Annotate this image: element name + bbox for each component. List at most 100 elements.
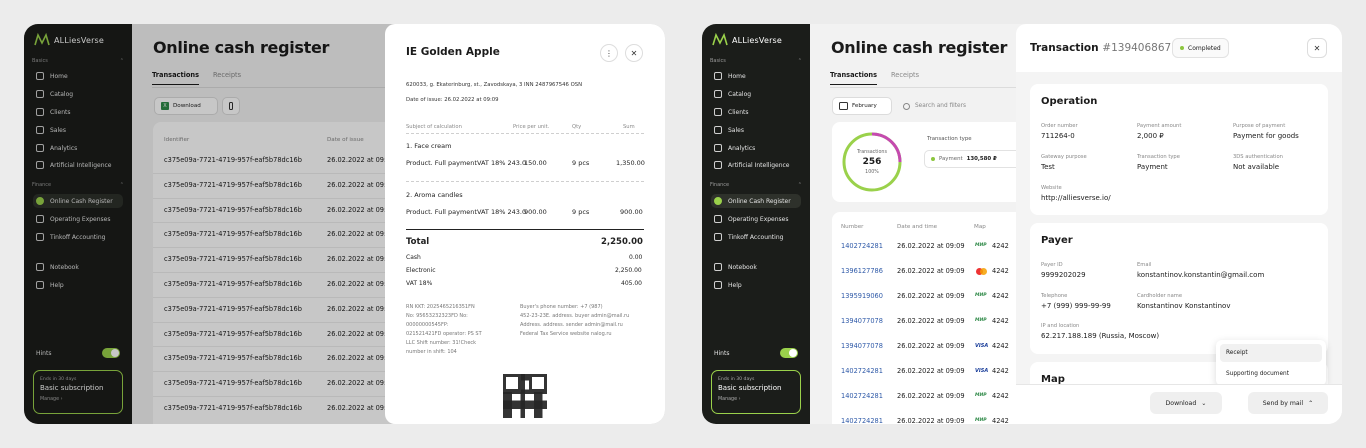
row-number[interactable]: 1402724281 [841, 392, 897, 400]
contact-info: Buyer's phone number: +7 (987) 452-23-23E… [520, 303, 660, 339]
auth-label: 3DS authentication [1233, 154, 1283, 160]
phone-label: Telephone [1041, 293, 1068, 299]
menu-item-supporting[interactable]: Supporting document [1220, 365, 1322, 383]
download-button[interactable]: Download ⌄ [1150, 392, 1222, 414]
payer-id: 9999202029 [1041, 271, 1086, 279]
receipt-panel: IE Golden Apple ⋮ ✕ 620033, g. Ekaterinb… [385, 24, 665, 424]
cash-label: Cash [406, 254, 421, 261]
sidebar-item-tinkoff[interactable]: Tinkoff Accounting [714, 230, 802, 244]
col-number: Number [841, 224, 864, 230]
website-label: Website [1041, 185, 1062, 191]
table-row[interactable]: 1395919060 26.02.2022 at 09:09 МИР 4242 [841, 289, 1031, 303]
sidebar-item-label: Help [728, 281, 742, 289]
sidebar-item-online-cash-register[interactable]: Online Cash Register [711, 194, 801, 208]
ttype: Payment [1137, 163, 1168, 171]
email-label: Email [1137, 262, 1152, 268]
section-finance-label: Finance [710, 182, 730, 188]
sidebar-item-catalog[interactable]: Catalog [714, 87, 802, 101]
status-text: Completed [1188, 44, 1221, 52]
chevron-down-icon: ⌄ [1201, 399, 1207, 407]
close-button[interactable]: ✕ [1307, 38, 1327, 58]
total-value: 2,250.00 [601, 237, 643, 247]
row-number[interactable]: 1395919060 [841, 292, 897, 300]
table-row[interactable]: 1402724281 26.02.2022 at 09:09 VISA 4242 [841, 364, 1031, 378]
item-qty: 9 pcs [572, 208, 590, 216]
sidebar-item-analytics[interactable]: Analytics [714, 141, 802, 155]
fiscal-line: RN KKT: 2025465216351FN [406, 304, 475, 310]
table-row[interactable]: 1394077078 26.02.2022 at 09:09 МИР 4242 [841, 314, 1031, 328]
send-menu: Receipt Supporting document [1216, 340, 1326, 386]
ttype-label: Transaction type [1137, 154, 1180, 160]
item-sum: 1,350.00 [616, 159, 645, 167]
sidebar-item-label: Online Cash Register [728, 197, 791, 205]
status-badge: Completed [1172, 38, 1229, 58]
section-basics[interactable]: Basics ⌃ [710, 58, 802, 64]
mir-card-icon: МИР [975, 243, 987, 248]
ip-label: IP and location [1041, 323, 1080, 329]
sidebar-item-label: Analytics [728, 144, 756, 152]
cash-value: 0.00 [629, 254, 643, 261]
transaction-title: Transaction #1394068675 [1030, 42, 1178, 54]
table-row[interactable]: 1402724281 26.02.2022 at 09:09 МИР 4242 [841, 414, 1031, 424]
logo[interactable]: ALLiesVerse [712, 33, 782, 47]
manage-link[interactable]: Manage › [718, 397, 794, 402]
tabs: Transactions Receipts [830, 71, 919, 85]
contact-line: 452-23-23E. address. buyer admin@mail.ru [520, 313, 630, 319]
fiscal-line: LLC Shift number: 31!Check [406, 340, 477, 346]
sidebar-item-home[interactable]: Home [714, 69, 802, 83]
hints-label: Hints [714, 349, 730, 357]
sidebar-item-label: Artificial Intelligence [728, 161, 790, 169]
home-icon [714, 72, 722, 80]
row-number[interactable]: 1396127786 [841, 267, 897, 275]
month-filter-button[interactable]: February [832, 97, 892, 115]
table-row[interactable]: 1402724281 26.02.2022 at 09:09 МИР 4242 [841, 389, 1031, 403]
item-price: 900.00 [524, 208, 547, 216]
col-map: Map [974, 224, 986, 230]
sidebar-item-ai[interactable]: Artificial Intelligence [714, 158, 802, 172]
row-number[interactable]: 1402724281 [841, 242, 897, 250]
gateway: Test [1041, 163, 1055, 171]
sidebar-item-notebook[interactable]: Notebook [714, 260, 802, 274]
sidebar-item-help[interactable]: Help [714, 278, 802, 292]
fiscal-line: 00000000545FP: [406, 322, 449, 328]
transaction-id: #1394068675 [1102, 42, 1178, 54]
tab-transactions[interactable]: Transactions [830, 71, 878, 85]
row-date: 26.02.2022 at 09:09 [897, 392, 965, 400]
row-number[interactable]: 1402724281 [841, 417, 897, 424]
visa-card-icon: VISA [975, 368, 989, 374]
table-row[interactable]: 1402724281 26.02.2022 at 09:09 МИР 4242 [841, 239, 1031, 253]
tab-receipts[interactable]: Receipts [891, 71, 919, 85]
close-button[interactable]: ✕ [625, 44, 643, 62]
col-price: Price per unit. [513, 124, 550, 130]
more-button[interactable]: ⋮ [600, 44, 618, 62]
row-number[interactable]: 1394077078 [841, 342, 897, 350]
hints-toggle[interactable] [780, 348, 798, 358]
row-number[interactable]: 1402724281 [841, 367, 897, 375]
website-link[interactable]: http://alliesverse.io/ [1041, 194, 1111, 202]
email: konstantinov.konstantin@gmail.com [1137, 271, 1265, 279]
sidebar-item-operating-expenses[interactable]: Operating Expenses [714, 212, 802, 226]
order-number: 711264-0 [1041, 132, 1075, 140]
table-row[interactable]: 1396127786 26.02.2022 at 09:09 4242 [841, 264, 1031, 278]
sidebar-item-clients[interactable]: Clients [714, 105, 802, 119]
send-by-mail-button[interactable]: Send by mail ⌃ [1248, 392, 1328, 414]
row-number[interactable]: 1394077078 [841, 317, 897, 325]
search-input[interactable]: Search and filters [896, 97, 1026, 115]
menu-item-receipt[interactable]: Receipt [1220, 344, 1322, 362]
col-sum: Sum [623, 124, 635, 130]
month-label: February [852, 103, 877, 109]
chevron-up-icon: ⌃ [797, 58, 802, 64]
search-placeholder: Search and filters [915, 103, 967, 109]
holder-label: Cardholder name [1137, 293, 1183, 299]
row-date: 26.02.2022 at 09:09 [897, 367, 965, 375]
table-row[interactable]: 1394077078 26.02.2022 at 09:09 VISA 4242 [841, 339, 1031, 353]
payment-chip[interactable]: Payment 130,580 ₽ [924, 150, 1022, 168]
row-date: 26.02.2022 at 09:09 [897, 267, 965, 275]
section-finance[interactable]: Finance ⌃ [710, 182, 802, 188]
sidebar-item-sales[interactable]: Sales [714, 123, 802, 137]
sales-icon [714, 126, 722, 134]
divider [406, 181, 644, 182]
row-card-tail: 4242 [992, 317, 1009, 325]
payment-value: 130,580 ₽ [966, 156, 997, 162]
sidebar-item-label: Home [728, 72, 746, 80]
